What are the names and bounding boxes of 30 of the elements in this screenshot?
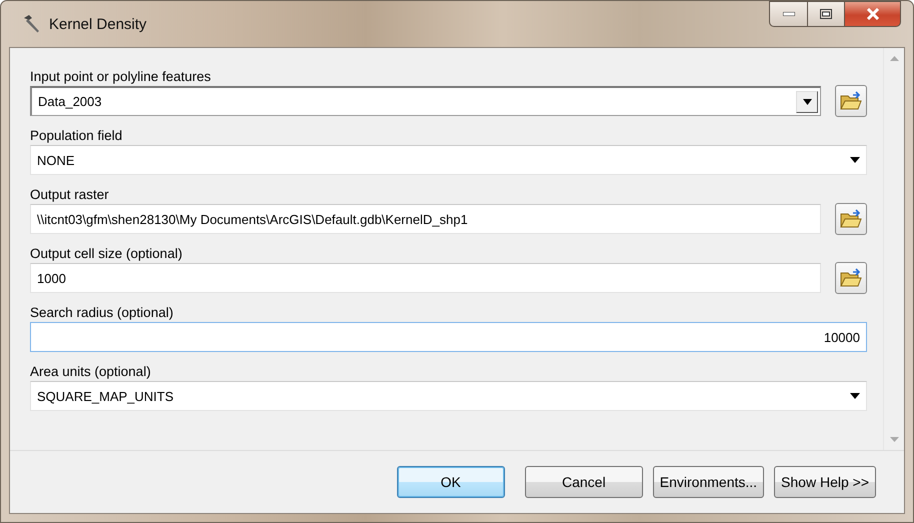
field-label: Population field: [30, 127, 124, 144]
folder-icon-button[interactable]: [835, 203, 867, 235]
maximize-icon: [820, 9, 832, 19]
dialog-button[interactable]: OK: [396, 466, 505, 498]
folder-icon-button[interactable]: [835, 85, 867, 117]
dialog-button[interactable]: Environments...: [652, 466, 764, 498]
input-field[interactable]: 10000: [30, 322, 867, 352]
close-button[interactable]: [845, 1, 901, 27]
minimize-button[interactable]: [769, 1, 807, 27]
field-label: Output cell size (optional): [30, 245, 184, 262]
dropdown-arrow-icon: [802, 98, 812, 104]
input-field[interactable]: \\itcnt03\gfm\shen28130\My Documents\ArcGIS\Default.gdb\KernelD_shp1: [30, 204, 821, 234]
field-label: Area units (optional): [30, 363, 152, 380]
window-title: Kernel Density: [49, 16, 147, 32]
dropdown-arrow-icon[interactable]: [850, 393, 860, 399]
field-label: Output raster: [30, 186, 110, 203]
close-icon: [866, 8, 880, 20]
field-label: Input point or polyline features: [30, 68, 212, 85]
field-label: Search radius (optional): [30, 304, 174, 321]
dialog-button[interactable]: Show Help >>: [774, 466, 876, 498]
dialog-button[interactable]: Cancel: [524, 466, 643, 498]
dropdown-field[interactable]: NONE: [30, 145, 867, 175]
dropdown-field[interactable]: SQUARE_MAP_UNITS: [30, 381, 867, 411]
dropdown-button[interactable]: [796, 90, 818, 112]
dropdown-field[interactable]: Data_2003: [30, 86, 821, 116]
minimize-icon: [782, 12, 794, 16]
dropdown-arrow-icon[interactable]: [850, 157, 860, 163]
maximize-button[interactable]: [807, 1, 845, 27]
folder-icon-button[interactable]: [835, 262, 867, 294]
input-field[interactable]: 1000: [30, 263, 821, 293]
